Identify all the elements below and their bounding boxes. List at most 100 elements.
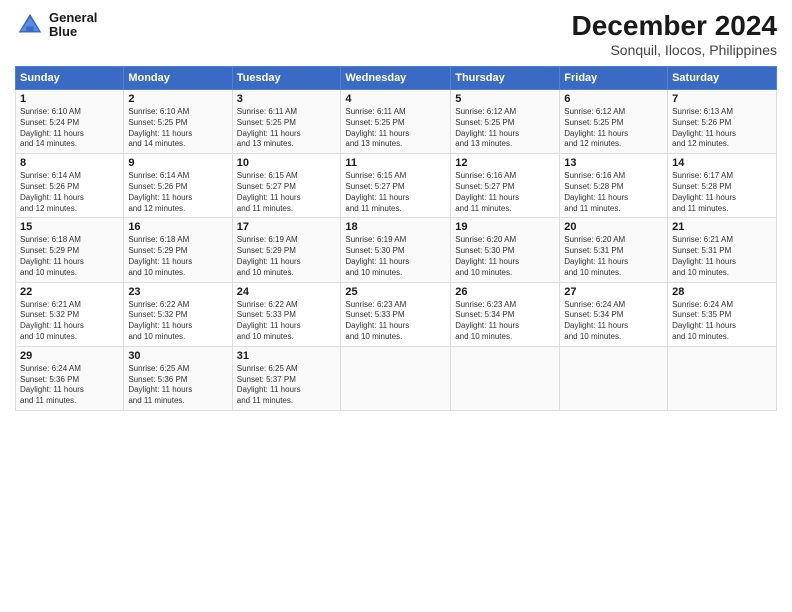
calendar-cell: 2Sunrise: 6:10 AMSunset: 5:25 PMDaylight… bbox=[124, 90, 232, 154]
calendar-cell: 4 Sunrise: 6:11 AMSunset: 5:25 PMDaylight… bbox=[341, 90, 451, 154]
day-info: Sunrise: 6:23 AMSunset: 5:33 PMDaylight:… bbox=[345, 300, 446, 343]
calendar-cell: 23Sunrise: 6:22 AMSunset: 5:32 PMDayligh… bbox=[124, 282, 232, 346]
day-info: Sunrise: 6:22 AMSunset: 5:32 PMDaylight:… bbox=[128, 300, 227, 343]
day-info: Sunrise: 6:20 AMSunset: 5:31 PMDaylight:… bbox=[564, 235, 663, 278]
day-number: 20 bbox=[564, 221, 663, 233]
calendar-cell: 25 Sunrise: 6:23 AMSunset: 5:33 PMDayligh… bbox=[341, 282, 451, 346]
header-wednesday: Wednesday bbox=[341, 67, 451, 90]
calendar-cell: 12Sunrise: 6:16 AMSunset: 5:27 PMDayligh… bbox=[451, 154, 560, 218]
day-number: 3 bbox=[237, 93, 337, 105]
calendar-cell: 7 Sunrise: 6:13 AMSunset: 5:26 PMDaylight… bbox=[668, 90, 777, 154]
calendar-week-3: 15 Sunrise: 6:18 AMSunset: 5:29 PMDayligh… bbox=[16, 218, 777, 282]
calendar-cell: 27Sunrise: 6:24 AMSunset: 5:34 PMDayligh… bbox=[560, 282, 668, 346]
calendar-week-1: 1Sunrise: 6:10 AMSunset: 5:24 PMDaylight… bbox=[16, 90, 777, 154]
page-container: General Blue December 2024 Sonquil, Iloc… bbox=[0, 0, 792, 421]
day-info: Sunrise: 6:14 AMSunset: 5:26 PMDaylight:… bbox=[20, 171, 119, 214]
day-number: 7 bbox=[672, 93, 772, 105]
day-info: Sunrise: 6:14 AMSunset: 5:26 PMDaylight:… bbox=[128, 171, 227, 214]
day-number: 9 bbox=[128, 157, 227, 169]
day-number: 29 bbox=[20, 350, 119, 362]
day-number: 15 bbox=[20, 221, 119, 233]
day-number: 26 bbox=[455, 286, 555, 298]
header-saturday: Saturday bbox=[668, 67, 777, 90]
calendar-cell: 9 Sunrise: 6:14 AMSunset: 5:26 PMDaylight… bbox=[124, 154, 232, 218]
day-number: 19 bbox=[455, 221, 555, 233]
calendar-week-5: 29 Sunrise: 6:24 AMSunset: 5:36 PMDayligh… bbox=[16, 346, 777, 410]
calendar-cell: 22 Sunrise: 6:21 AMSunset: 5:32 PMDayligh… bbox=[16, 282, 124, 346]
title-block: December 2024 Sonquil, Ilocos, Philippin… bbox=[572, 10, 777, 58]
day-info: Sunrise: 6:13 AMSunset: 5:26 PMDaylight:… bbox=[672, 107, 772, 150]
day-number: 27 bbox=[564, 286, 663, 298]
day-number: 13 bbox=[564, 157, 663, 169]
day-number: 12 bbox=[455, 157, 555, 169]
day-info: Sunrise: 6:20 AMSunset: 5:30 PMDaylight:… bbox=[455, 235, 555, 278]
header-friday: Friday bbox=[560, 67, 668, 90]
day-number: 22 bbox=[20, 286, 119, 298]
calendar-week-4: 22 Sunrise: 6:21 AMSunset: 5:32 PMDayligh… bbox=[16, 282, 777, 346]
calendar-cell: 31 Sunrise: 6:25 AMSunset: 5:37 PMDayligh… bbox=[232, 346, 341, 410]
day-number: 24 bbox=[237, 286, 337, 298]
day-info: Sunrise: 6:21 AMSunset: 5:31 PMDaylight:… bbox=[672, 235, 772, 278]
day-info: Sunrise: 6:15 AMSunset: 5:27 PMDaylight:… bbox=[237, 171, 337, 214]
day-info: Sunrise: 6:18 AMSunset: 5:29 PMDaylight:… bbox=[128, 235, 227, 278]
header-thursday: Thursday bbox=[451, 67, 560, 90]
calendar-cell: 24 Sunrise: 6:22 AMSunset: 5:33 PMDayligh… bbox=[232, 282, 341, 346]
location: Sonquil, Ilocos, Philippines bbox=[572, 42, 777, 58]
day-info: Sunrise: 6:11 AMSunset: 5:25 PMDaylight:… bbox=[345, 107, 446, 150]
calendar-cell: 26 Sunrise: 6:23 AMSunset: 5:34 PMDayligh… bbox=[451, 282, 560, 346]
logo: General Blue bbox=[15, 10, 97, 40]
day-number: 11 bbox=[345, 157, 446, 169]
calendar-cell: 28 Sunrise: 6:24 AMSunset: 5:35 PMDayligh… bbox=[668, 282, 777, 346]
calendar-header-row: SundayMondayTuesdayWednesdayThursdayFrid… bbox=[16, 67, 777, 90]
calendar-cell: 30 Sunrise: 6:25 AMSunset: 5:36 PMDayligh… bbox=[124, 346, 232, 410]
calendar-week-2: 8 Sunrise: 6:14 AMSunset: 5:26 PMDaylight… bbox=[16, 154, 777, 218]
day-number: 30 bbox=[128, 350, 227, 362]
day-info: Sunrise: 6:10 AMSunset: 5:24 PMDaylight:… bbox=[20, 107, 119, 150]
day-info: Sunrise: 6:25 AMSunset: 5:37 PMDaylight:… bbox=[237, 364, 337, 407]
calendar-cell: 29 Sunrise: 6:24 AMSunset: 5:36 PMDayligh… bbox=[16, 346, 124, 410]
logo-icon bbox=[15, 10, 45, 40]
day-info: Sunrise: 6:23 AMSunset: 5:34 PMDaylight:… bbox=[455, 300, 555, 343]
day-info: Sunrise: 6:17 AMSunset: 5:28 PMDaylight:… bbox=[672, 171, 772, 214]
calendar-cell: 15 Sunrise: 6:18 AMSunset: 5:29 PMDayligh… bbox=[16, 218, 124, 282]
logo-line2: Blue bbox=[49, 25, 97, 39]
day-info: Sunrise: 6:19 AMSunset: 5:30 PMDaylight:… bbox=[345, 235, 446, 278]
day-info: Sunrise: 6:12 AMSunset: 5:25 PMDaylight:… bbox=[564, 107, 663, 150]
day-number: 5 bbox=[455, 93, 555, 105]
day-number: 8 bbox=[20, 157, 119, 169]
day-info: Sunrise: 6:24 AMSunset: 5:35 PMDaylight:… bbox=[672, 300, 772, 343]
day-number: 14 bbox=[672, 157, 772, 169]
day-info: Sunrise: 6:21 AMSunset: 5:32 PMDaylight:… bbox=[20, 300, 119, 343]
day-number: 18 bbox=[345, 221, 446, 233]
calendar-cell bbox=[341, 346, 451, 410]
day-info: Sunrise: 6:22 AMSunset: 5:33 PMDaylight:… bbox=[237, 300, 337, 343]
day-number: 31 bbox=[237, 350, 337, 362]
calendar-cell: 8 Sunrise: 6:14 AMSunset: 5:26 PMDaylight… bbox=[16, 154, 124, 218]
header-monday: Monday bbox=[124, 67, 232, 90]
day-info: Sunrise: 6:18 AMSunset: 5:29 PMDaylight:… bbox=[20, 235, 119, 278]
calendar-cell: 17Sunrise: 6:19 AMSunset: 5:29 PMDayligh… bbox=[232, 218, 341, 282]
day-info: Sunrise: 6:24 AMSunset: 5:36 PMDaylight:… bbox=[20, 364, 119, 407]
day-info: Sunrise: 6:19 AMSunset: 5:29 PMDaylight:… bbox=[237, 235, 337, 278]
day-number: 6 bbox=[564, 93, 663, 105]
day-info: Sunrise: 6:11 AMSunset: 5:25 PMDaylight:… bbox=[237, 107, 337, 150]
day-info: Sunrise: 6:10 AMSunset: 5:25 PMDaylight:… bbox=[128, 107, 227, 150]
calendar-cell: 20 Sunrise: 6:20 AMSunset: 5:31 PMDayligh… bbox=[560, 218, 668, 282]
calendar-cell: 11Sunrise: 6:15 AMSunset: 5:27 PMDayligh… bbox=[341, 154, 451, 218]
month-title: December 2024 bbox=[572, 10, 777, 42]
day-info: Sunrise: 6:12 AMSunset: 5:25 PMDaylight:… bbox=[455, 107, 555, 150]
header-tuesday: Tuesday bbox=[232, 67, 341, 90]
calendar-cell: 5 Sunrise: 6:12 AMSunset: 5:25 PMDaylight… bbox=[451, 90, 560, 154]
calendar-cell: 16Sunrise: 6:18 AMSunset: 5:29 PMDayligh… bbox=[124, 218, 232, 282]
calendar-cell bbox=[560, 346, 668, 410]
calendar-cell bbox=[451, 346, 560, 410]
day-number: 4 bbox=[345, 93, 446, 105]
header-sunday: Sunday bbox=[16, 67, 124, 90]
calendar-cell: 10 Sunrise: 6:15 AMSunset: 5:27 PMDayligh… bbox=[232, 154, 341, 218]
day-number: 25 bbox=[345, 286, 446, 298]
day-number: 10 bbox=[237, 157, 337, 169]
day-number: 28 bbox=[672, 286, 772, 298]
calendar-cell: 21Sunrise: 6:21 AMSunset: 5:31 PMDayligh… bbox=[668, 218, 777, 282]
calendar-cell: 19 Sunrise: 6:20 AMSunset: 5:30 PMDayligh… bbox=[451, 218, 560, 282]
day-info: Sunrise: 6:25 AMSunset: 5:36 PMDaylight:… bbox=[128, 364, 227, 407]
